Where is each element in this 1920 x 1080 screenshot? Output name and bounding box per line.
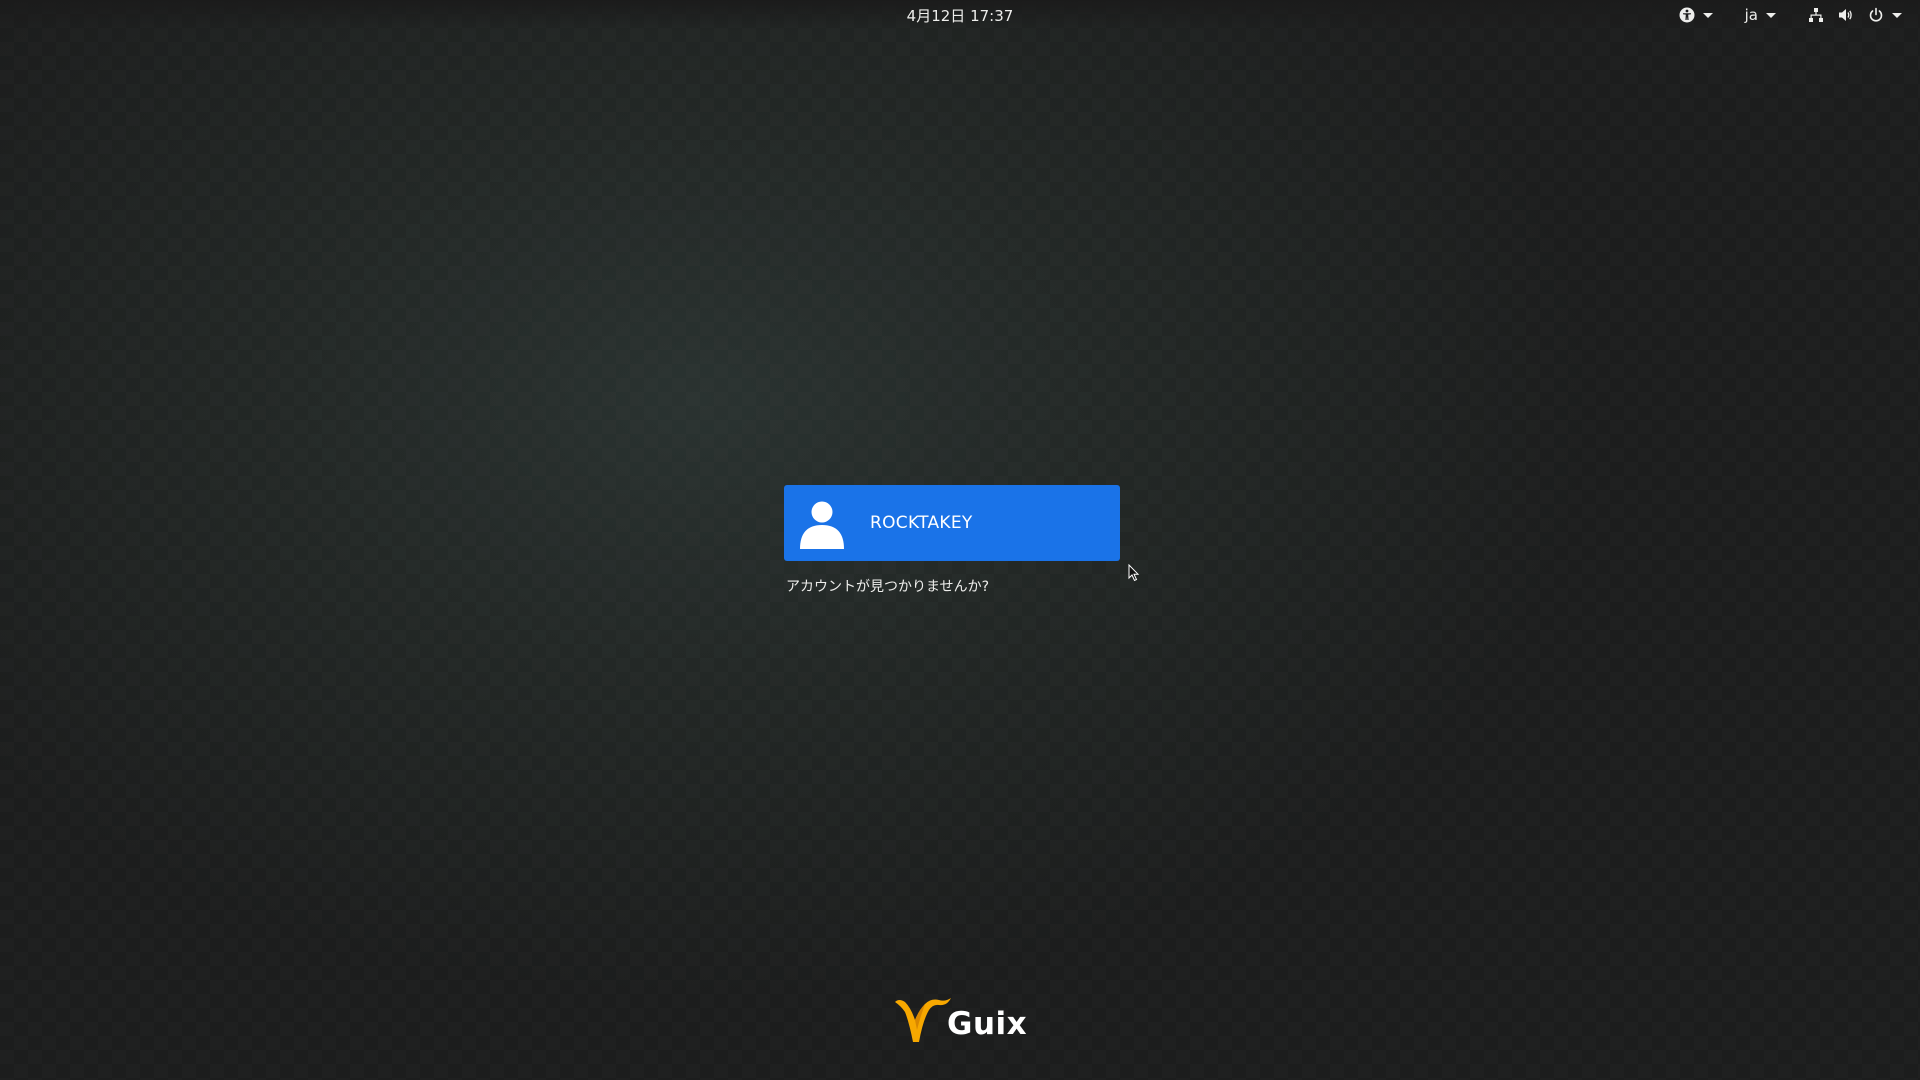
system-status-area: ja xyxy=(1673,3,1908,27)
language-label: ja xyxy=(1744,6,1758,24)
power-icon xyxy=(1868,7,1884,23)
not-listed-button[interactable]: アカウントが見つかりませんか? xyxy=(786,576,989,596)
user-name: ROCKTAKEY xyxy=(870,513,973,533)
logo-text: Guix xyxy=(947,1006,1028,1042)
user-list-item[interactable]: ROCKTAKEY xyxy=(784,485,1120,561)
language-menu[interactable]: ja xyxy=(1739,3,1782,27)
guix-horns-icon xyxy=(895,998,951,1042)
clock-label: 4月12日 17:37 xyxy=(906,7,1014,25)
mouse-cursor-icon xyxy=(1128,563,1140,586)
accessibility-menu[interactable] xyxy=(1673,3,1719,27)
avatar xyxy=(796,497,848,549)
chevron-down-icon xyxy=(1702,12,1713,18)
network-icon xyxy=(1808,7,1824,23)
chevron-down-icon xyxy=(1766,12,1776,18)
user-icon xyxy=(800,501,844,549)
top-bar: 4月12日 17:37 ja xyxy=(0,0,1920,30)
system-menu[interactable] xyxy=(1802,3,1908,27)
chevron-down-icon xyxy=(1892,12,1902,18)
guix-logo: Guix xyxy=(893,996,1027,1048)
volume-icon xyxy=(1838,7,1854,23)
accessibility-icon xyxy=(1679,7,1695,23)
clock[interactable]: 4月12日 17:37 xyxy=(0,5,1920,26)
